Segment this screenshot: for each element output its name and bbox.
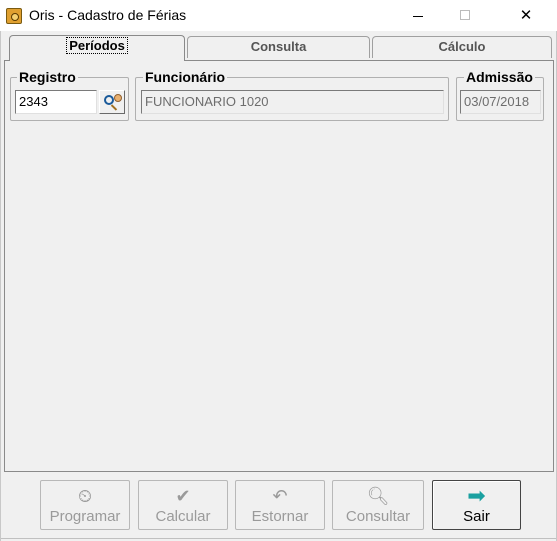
minimize-button[interactable]	[395, 0, 441, 31]
close-icon: ✕	[519, 6, 533, 24]
registro-group: Registro 2343	[10, 69, 129, 121]
maximize-icon	[460, 10, 470, 20]
tab-calculo[interactable]: Cálculo	[372, 36, 552, 58]
calcular-label: Calcular	[155, 508, 211, 525]
consultar-label: Consultar	[345, 508, 411, 525]
search-handle	[110, 104, 118, 111]
registro-label: Registro	[17, 69, 78, 85]
maximize-button[interactable]	[441, 0, 487, 31]
calcular-button[interactable]: ✔ Calcular	[138, 480, 228, 530]
clock-icon: ⏲	[77, 486, 93, 507]
sair-label: Sair	[463, 508, 490, 525]
minimize-icon	[413, 16, 423, 17]
funcionario-group: Funcionário FUNCIONARIO 1020	[135, 69, 449, 121]
periodos-panel: Registro 2343 Funcionário FUNCIONARIO 10…	[4, 60, 554, 472]
checkmark-icon: ✔	[175, 486, 191, 507]
programar-button[interactable]: ⏲ Programar	[40, 480, 130, 530]
consultar-button[interactable]: 🔍︎ Consultar	[332, 480, 424, 530]
exit-arrow-icon: ➡	[467, 484, 486, 509]
funcionario-label: Funcionário	[143, 69, 228, 85]
tab-consulta-label: Consulta	[250, 39, 307, 54]
tab-calculo-label: Cálculo	[438, 39, 486, 54]
app-logo-icon	[6, 8, 22, 24]
tab-periodos[interactable]: Períodos	[9, 35, 185, 61]
programar-label: Programar	[49, 508, 121, 525]
close-button[interactable]: ✕	[503, 0, 549, 31]
tab-consulta[interactable]: Consulta	[187, 36, 370, 58]
person-icon	[114, 94, 122, 102]
admissao-label: Admissão	[464, 69, 535, 85]
search-employee-button[interactable]	[99, 90, 125, 114]
sair-button[interactable]: ➡ Sair	[432, 480, 521, 530]
undo-arrow-icon: ↶	[272, 486, 288, 507]
title-bar: Oris - Cadastro de Férias ✕	[0, 0, 557, 31]
registro-field[interactable]: 2343	[15, 90, 97, 114]
estornar-button[interactable]: ↶ Estornar	[235, 480, 325, 530]
window-title: Oris - Cadastro de Férias	[29, 7, 187, 23]
search-icon	[104, 95, 114, 105]
admissao-group: Admissão 03/07/2018	[456, 69, 544, 121]
admissao-field: 03/07/2018	[460, 90, 541, 114]
main-window: Períodos Consulta Cálculo Registro 2343 …	[0, 31, 557, 541]
magnifier-icon: 🔍︎	[366, 486, 390, 507]
funcionario-field: FUNCIONARIO 1020	[141, 90, 444, 114]
tab-periodos-label: Períodos	[66, 37, 128, 54]
estornar-label: Estornar	[251, 508, 309, 525]
